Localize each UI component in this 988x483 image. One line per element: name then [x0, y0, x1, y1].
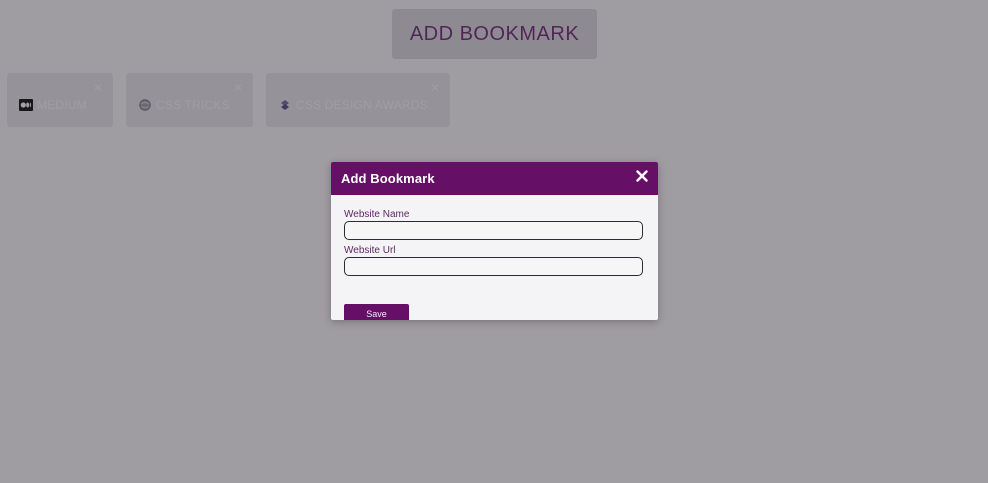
save-button[interactable]: Save: [344, 304, 409, 320]
modal-title: Add Bookmark: [341, 171, 435, 186]
close-icon[interactable]: [634, 168, 650, 184]
website-url-input[interactable]: [344, 257, 643, 276]
add-bookmark-modal: Add Bookmark Website Name Website Url Sa…: [331, 162, 658, 320]
website-name-input[interactable]: [344, 221, 643, 240]
website-url-label: Website Url: [344, 245, 396, 256]
modal-header: Add Bookmark: [331, 162, 658, 195]
website-name-label: Website Name: [344, 209, 410, 220]
